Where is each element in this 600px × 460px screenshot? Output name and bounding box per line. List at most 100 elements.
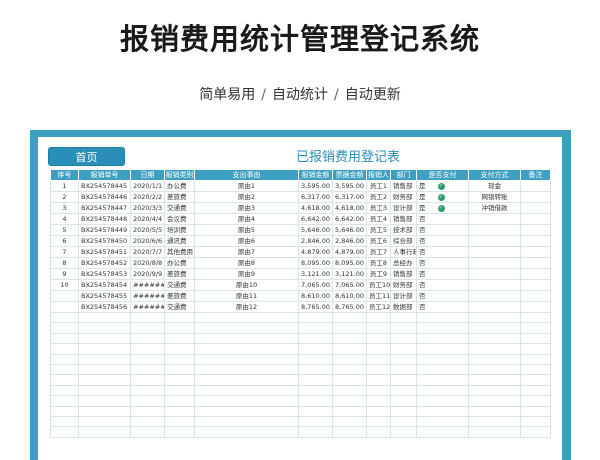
empty-cell[interactable]	[390, 322, 417, 334]
cell-row-number[interactable]: 8	[50, 257, 79, 269]
empty-cell[interactable]	[468, 343, 521, 355]
empty-cell[interactable]	[366, 332, 391, 345]
empty-cell[interactable]	[194, 415, 299, 428]
empty-cell[interactable]	[194, 353, 299, 365]
empty-cell[interactable]	[520, 363, 551, 376]
cell-payment-method[interactable]	[468, 279, 521, 291]
cell-person[interactable]: 员工2	[366, 191, 391, 203]
empty-cell[interactable]	[298, 415, 333, 428]
empty-cell[interactable]	[468, 374, 521, 386]
empty-cell[interactable]	[332, 395, 367, 407]
cell-invoice-amount[interactable]: 2,846.00	[332, 235, 367, 247]
cell-date[interactable]: 2020/7/7	[130, 246, 165, 258]
cell-paid-status[interactable]: 否	[416, 290, 469, 302]
empty-cell[interactable]	[366, 384, 391, 397]
empty-cell[interactable]	[130, 384, 165, 397]
cell-department[interactable]: 销售部	[390, 268, 417, 280]
cell-invoice-amount[interactable]: 5,646.00	[332, 224, 367, 236]
empty-cell[interactable]	[78, 426, 131, 438]
cell-person[interactable]: 员工1	[366, 180, 391, 192]
empty-cell[interactable]	[130, 343, 165, 355]
empty-cell[interactable]	[520, 374, 551, 386]
empty-cell[interactable]	[520, 332, 551, 345]
cell-reason[interactable]: 原由3	[194, 202, 299, 214]
cell-date[interactable]: 2020/5/5	[130, 224, 165, 236]
empty-cell[interactable]	[332, 374, 367, 386]
empty-cell[interactable]	[164, 311, 195, 324]
cell-payment-method[interactable]	[468, 246, 521, 258]
cell-amount[interactable]: 2,846.00	[298, 235, 333, 247]
empty-cell[interactable]	[298, 395, 333, 407]
cell-reason[interactable]: 原由12	[194, 301, 299, 313]
cell-department[interactable]: 财务部	[390, 279, 417, 291]
cell-category[interactable]: 交通费	[164, 202, 195, 214]
cell-paid-status[interactable]: 否	[416, 235, 469, 247]
empty-cell[interactable]	[520, 311, 551, 324]
empty-cell[interactable]	[130, 332, 165, 345]
cell-row-number[interactable]: 10	[50, 279, 79, 291]
cell-payment-method[interactable]	[468, 235, 521, 247]
empty-cell[interactable]	[520, 384, 551, 397]
empty-cell[interactable]	[416, 384, 469, 397]
cell-row-number[interactable]: 7	[50, 246, 79, 258]
cell-amount[interactable]: 4,879.00	[298, 246, 333, 258]
empty-cell[interactable]	[416, 395, 469, 407]
empty-cell[interactable]	[194, 343, 299, 355]
empty-cell[interactable]	[332, 384, 367, 397]
empty-cell[interactable]	[390, 384, 417, 397]
empty-cell[interactable]	[366, 395, 391, 407]
cell-date[interactable]: #########	[130, 279, 165, 291]
empty-cell[interactable]	[390, 374, 417, 386]
empty-cell[interactable]	[366, 405, 391, 417]
cell-amount[interactable]: 3,595.00	[298, 180, 333, 192]
cell-payment-method[interactable]: 网银转账	[468, 191, 521, 203]
cell-reason[interactable]: 原由7	[194, 246, 299, 258]
cell-category[interactable]: 差旅费	[164, 268, 195, 280]
empty-cell[interactable]	[366, 415, 391, 428]
cell-expense-id[interactable]: BX254578456	[78, 301, 131, 313]
empty-cell[interactable]	[416, 363, 469, 376]
empty-cell[interactable]	[194, 311, 299, 324]
empty-cell[interactable]	[366, 311, 391, 324]
empty-cell[interactable]	[164, 363, 195, 376]
empty-cell[interactable]	[416, 374, 469, 386]
empty-cell[interactable]	[468, 322, 521, 334]
cell-category[interactable]: 办公费	[164, 257, 195, 269]
cell-person[interactable]: 员工9	[366, 268, 391, 280]
cell-paid-status[interactable]: 是 ✓	[416, 202, 469, 214]
cell-person[interactable]: 员工11	[366, 290, 391, 302]
empty-cell[interactable]	[468, 311, 521, 324]
empty-cell[interactable]	[366, 426, 391, 438]
cell-department[interactable]: 财务部	[390, 191, 417, 203]
empty-cell[interactable]	[78, 311, 131, 324]
cell-amount[interactable]: 6,642.00	[298, 213, 333, 225]
empty-cell[interactable]	[78, 332, 131, 345]
cell-invoice-amount[interactable]: 7,065.00	[332, 279, 367, 291]
empty-cell[interactable]	[468, 415, 521, 428]
empty-cell[interactable]	[332, 415, 367, 428]
cell-expense-id[interactable]: BX254578455	[78, 290, 131, 302]
empty-cell[interactable]	[130, 311, 165, 324]
empty-cell[interactable]	[298, 322, 333, 334]
cell-expense-id[interactable]: BX254578447	[78, 202, 131, 214]
empty-cell[interactable]	[298, 426, 333, 438]
empty-cell[interactable]	[78, 322, 131, 334]
cell-payment-method[interactable]: 冲销借款	[468, 202, 521, 214]
cell-note[interactable]	[520, 202, 551, 214]
cell-amount[interactable]: 7,065.00	[298, 279, 333, 291]
empty-cell[interactable]	[390, 311, 417, 324]
empty-cell[interactable]	[332, 343, 367, 355]
cell-reason[interactable]: 原由11	[194, 290, 299, 302]
empty-cell[interactable]	[366, 343, 391, 355]
cell-date[interactable]: 2020/4/4	[130, 213, 165, 225]
cell-expense-id[interactable]: BX254578449	[78, 224, 131, 236]
cell-date[interactable]: 2020/1/1	[130, 180, 165, 192]
cell-payment-method[interactable]	[468, 213, 521, 225]
cell-paid-status[interactable]: 否	[416, 279, 469, 291]
empty-cell[interactable]	[468, 405, 521, 417]
cell-category[interactable]: 交通费	[164, 301, 195, 313]
empty-cell[interactable]	[416, 343, 469, 355]
cell-invoice-amount[interactable]: 3,121.00	[332, 268, 367, 280]
empty-cell[interactable]	[78, 353, 131, 365]
cell-expense-id[interactable]: BX254578448	[78, 213, 131, 225]
